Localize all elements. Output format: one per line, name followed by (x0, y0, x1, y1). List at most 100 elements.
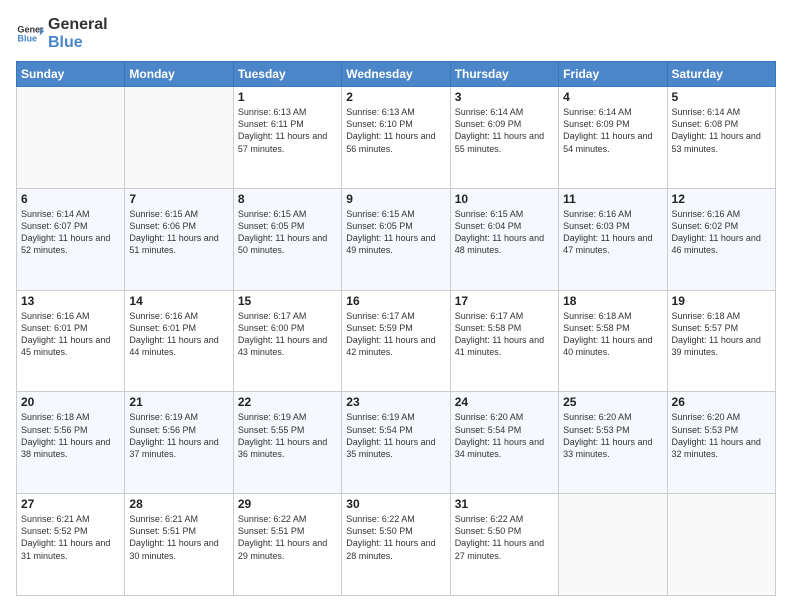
cell-info: Sunrise: 6:13 AM Sunset: 6:10 PM Dayligh… (346, 106, 445, 155)
logo: General Blue General Blue (16, 16, 108, 51)
weekday-header-monday: Monday (125, 62, 233, 87)
calendar-cell: 30 Sunrise: 6:22 AM Sunset: 5:50 PM Dayli… (342, 494, 450, 596)
weekday-header-sunday: Sunday (17, 62, 125, 87)
day-number: 30 (346, 497, 445, 511)
calendar-cell: 20Sunrise: 6:18 AM Sunset: 5:56 PM Dayli… (17, 392, 125, 494)
calendar-cell: 5Sunrise: 6:14 AM Sunset: 6:08 PM Daylig… (667, 87, 775, 189)
day-number: 1 (238, 90, 337, 104)
calendar-cell: 10Sunrise: 6:15 AM Sunset: 6:04 PM Dayli… (450, 188, 558, 290)
weekday-header-wednesday: Wednesday (342, 62, 450, 87)
calendar-cell: 17 Sunrise: 6:17 AM Sunset: 5:58 PM Dayli… (450, 290, 558, 392)
calendar-cell: 7Sunrise: 6:15 AM Sunset: 6:06 PM Daylig… (125, 188, 233, 290)
day-number: 5 (672, 90, 771, 104)
day-number: 17 (455, 294, 554, 308)
day-number: 27 (21, 497, 120, 511)
day-number: 25 (563, 395, 662, 409)
logo-icon: General Blue (16, 20, 44, 48)
cell-info: Sunrise: 6:17 AM Sunset: 5:59 PM Dayligh… (346, 310, 445, 359)
calendar-cell: 9 Sunrise: 6:15 AM Sunset: 6:05 PM Daylig… (342, 188, 450, 290)
calendar-cell (17, 87, 125, 189)
calendar-cell: 26 Sunrise: 6:20 AM Sunset: 5:53 PM Dayli… (667, 392, 775, 494)
calendar-cell: 1Sunrise: 6:13 AM Sunset: 6:11 PM Daylig… (233, 87, 341, 189)
cell-info: Sunrise: 6:14 AM Sunset: 6:07 PM Dayligh… (21, 208, 120, 257)
logo-general: General (48, 16, 108, 34)
calendar-cell: 12 Sunrise: 6:16 AM Sunset: 6:02 PM Dayli… (667, 188, 775, 290)
day-number: 23 (346, 395, 445, 409)
calendar-cell: 28 Sunrise: 6:21 AM Sunset: 5:51 PM Dayli… (125, 494, 233, 596)
day-number: 7 (129, 192, 228, 206)
day-number: 15 (238, 294, 337, 308)
week-row-4: 20Sunrise: 6:18 AM Sunset: 5:56 PM Dayli… (17, 392, 776, 494)
day-number: 3 (455, 90, 554, 104)
cell-info: Sunrise: 6:22 AM Sunset: 5:51 PM Dayligh… (238, 513, 337, 562)
day-number: 28 (129, 497, 228, 511)
cell-info: Sunrise: 6:19 AM Sunset: 5:55 PM Dayligh… (238, 411, 337, 460)
week-row-1: 1Sunrise: 6:13 AM Sunset: 6:11 PM Daylig… (17, 87, 776, 189)
svg-text:Blue: Blue (17, 33, 37, 43)
calendar-cell: 18Sunrise: 6:18 AM Sunset: 5:58 PM Dayli… (559, 290, 667, 392)
calendar-cell (667, 494, 775, 596)
cell-info: Sunrise: 6:20 AM Sunset: 5:54 PM Dayligh… (455, 411, 554, 460)
calendar-cell: 15 Sunrise: 6:17 AM Sunset: 6:00 PM Dayli… (233, 290, 341, 392)
day-number: 19 (672, 294, 771, 308)
cell-info: Sunrise: 6:18 AM Sunset: 5:58 PM Dayligh… (563, 310, 662, 359)
weekday-header-thursday: Thursday (450, 62, 558, 87)
cell-info: Sunrise: 6:16 AM Sunset: 6:03 PM Dayligh… (563, 208, 662, 257)
week-row-3: 13Sunrise: 6:16 AM Sunset: 6:01 PM Dayli… (17, 290, 776, 392)
day-number: 8 (238, 192, 337, 206)
weekday-header-saturday: Saturday (667, 62, 775, 87)
day-number: 2 (346, 90, 445, 104)
day-number: 12 (672, 192, 771, 206)
logo-blue: Blue (48, 34, 108, 52)
calendar-cell: 31 Sunrise: 6:22 AM Sunset: 5:50 PM Dayli… (450, 494, 558, 596)
calendar-cell: 8 Sunrise: 6:15 AM Sunset: 6:05 PM Daylig… (233, 188, 341, 290)
cell-info: Sunrise: 6:17 AM Sunset: 6:00 PM Dayligh… (238, 310, 337, 359)
calendar-cell (125, 87, 233, 189)
calendar-table: SundayMondayTuesdayWednesdayThursdayFrid… (16, 61, 776, 596)
cell-info: Sunrise: 6:15 AM Sunset: 6:05 PM Dayligh… (238, 208, 337, 257)
calendar-cell: 19 Sunrise: 6:18 AM Sunset: 5:57 PM Dayli… (667, 290, 775, 392)
calendar-cell: 2 Sunrise: 6:13 AM Sunset: 6:10 PM Daylig… (342, 87, 450, 189)
cell-info: Sunrise: 6:19 AM Sunset: 5:56 PM Dayligh… (129, 411, 228, 460)
cell-info: Sunrise: 6:21 AM Sunset: 5:52 PM Dayligh… (21, 513, 120, 562)
calendar-cell (559, 494, 667, 596)
day-number: 24 (455, 395, 554, 409)
calendar-cell: 16Sunrise: 6:17 AM Sunset: 5:59 PM Dayli… (342, 290, 450, 392)
day-number: 21 (129, 395, 228, 409)
week-row-2: 6 Sunrise: 6:14 AM Sunset: 6:07 PM Daylig… (17, 188, 776, 290)
weekday-header-tuesday: Tuesday (233, 62, 341, 87)
day-number: 14 (129, 294, 228, 308)
weekday-header-friday: Friday (559, 62, 667, 87)
cell-info: Sunrise: 6:22 AM Sunset: 5:50 PM Dayligh… (346, 513, 445, 562)
cell-info: Sunrise: 6:20 AM Sunset: 5:53 PM Dayligh… (563, 411, 662, 460)
day-number: 4 (563, 90, 662, 104)
day-number: 6 (21, 192, 120, 206)
cell-info: Sunrise: 6:17 AM Sunset: 5:58 PM Dayligh… (455, 310, 554, 359)
calendar-cell: 29 Sunrise: 6:22 AM Sunset: 5:51 PM Dayli… (233, 494, 341, 596)
cell-info: Sunrise: 6:18 AM Sunset: 5:57 PM Dayligh… (672, 310, 771, 359)
day-number: 20 (21, 395, 120, 409)
calendar-cell: 3Sunrise: 6:14 AM Sunset: 6:09 PM Daylig… (450, 87, 558, 189)
day-number: 26 (672, 395, 771, 409)
calendar-cell: 21 Sunrise: 6:19 AM Sunset: 5:56 PM Dayli… (125, 392, 233, 494)
cell-info: Sunrise: 6:15 AM Sunset: 6:05 PM Dayligh… (346, 208, 445, 257)
cell-info: Sunrise: 6:22 AM Sunset: 5:50 PM Dayligh… (455, 513, 554, 562)
cell-info: Sunrise: 6:21 AM Sunset: 5:51 PM Dayligh… (129, 513, 228, 562)
calendar-cell: 4Sunrise: 6:14 AM Sunset: 6:09 PM Daylig… (559, 87, 667, 189)
cell-info: Sunrise: 6:15 AM Sunset: 6:04 PM Dayligh… (455, 208, 554, 257)
day-number: 31 (455, 497, 554, 511)
weekday-header-row: SundayMondayTuesdayWednesdayThursdayFrid… (17, 62, 776, 87)
header: General Blue General Blue (16, 16, 776, 51)
calendar-cell: 22Sunrise: 6:19 AM Sunset: 5:55 PM Dayli… (233, 392, 341, 494)
day-number: 9 (346, 192, 445, 206)
cell-info: Sunrise: 6:16 AM Sunset: 6:01 PM Dayligh… (21, 310, 120, 359)
cell-info: Sunrise: 6:16 AM Sunset: 6:02 PM Dayligh… (672, 208, 771, 257)
day-number: 11 (563, 192, 662, 206)
calendar-cell: 14 Sunrise: 6:16 AM Sunset: 6:01 PM Dayli… (125, 290, 233, 392)
calendar-cell: 6 Sunrise: 6:14 AM Sunset: 6:07 PM Daylig… (17, 188, 125, 290)
calendar-cell: 25 Sunrise: 6:20 AM Sunset: 5:53 PM Dayli… (559, 392, 667, 494)
calendar-cell: 13Sunrise: 6:16 AM Sunset: 6:01 PM Dayli… (17, 290, 125, 392)
day-number: 29 (238, 497, 337, 511)
cell-info: Sunrise: 6:16 AM Sunset: 6:01 PM Dayligh… (129, 310, 228, 359)
cell-info: Sunrise: 6:20 AM Sunset: 5:53 PM Dayligh… (672, 411, 771, 460)
